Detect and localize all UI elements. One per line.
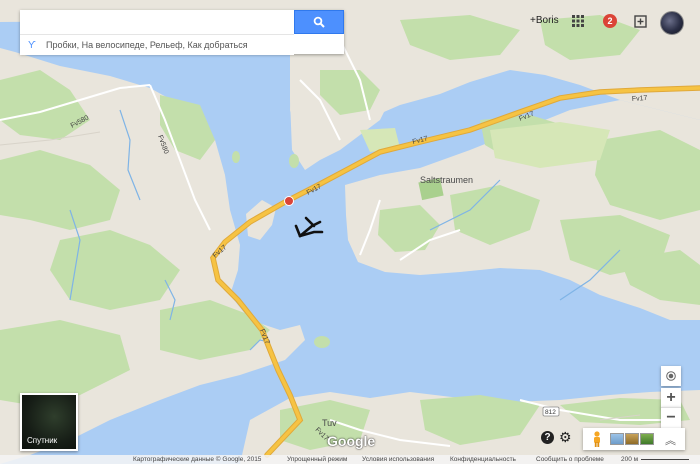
zoom-out-button[interactable]: − <box>661 407 681 428</box>
apps-grid-icon[interactable] <box>572 15 584 27</box>
search-input[interactable] <box>20 10 294 34</box>
search-icon <box>313 16 325 28</box>
crosshair-icon <box>666 371 676 381</box>
layer-suggestions-text: Пробки, На велосипеде, Рельеф, Как добра… <box>46 40 248 50</box>
satellite-label: Спутник <box>27 436 58 445</box>
imagery-thumb-3[interactable] <box>640 433 654 445</box>
expand-up-icon[interactable]: ︽ <box>665 432 676 448</box>
notifications-badge[interactable]: 2 <box>603 14 617 28</box>
footer-terms[interactable]: Условия использования <box>362 456 434 463</box>
search-button[interactable] <box>294 10 344 34</box>
share-plus-icon[interactable] <box>634 14 648 28</box>
zoom-in-button[interactable]: + <box>661 388 681 408</box>
map-canvas[interactable]: Saltstraumen Tuv Fv17 Fv17 Fv17 Fv17 Fv1… <box>0 0 700 464</box>
footer-report-problem[interactable]: Сообщить о проблеме <box>536 456 604 463</box>
scale-bar <box>641 459 689 460</box>
imagery-thumb-1[interactable] <box>610 433 624 445</box>
google-logo: Google <box>327 433 376 449</box>
avatar[interactable] <box>660 11 684 35</box>
label-tuv: Tuv <box>322 418 337 428</box>
pegman-icon[interactable] <box>591 431 603 447</box>
island-small-1 <box>232 151 240 163</box>
layer-suggestions-link[interactable]: ϒ Пробки, На велосипеде, Рельеф, Как доб… <box>20 34 294 55</box>
label-saltstraumen: Saltstraumen <box>420 175 473 185</box>
footer-bar: Картографические данные © Google, 2015 У… <box>0 455 700 464</box>
directions-icon: ϒ <box>28 39 36 51</box>
gear-icon[interactable]: ⚙ <box>559 429 572 446</box>
help-icon[interactable]: ? <box>541 431 554 444</box>
footer-privacy[interactable]: Конфиденциальность <box>450 456 516 463</box>
island-small-3 <box>314 336 330 348</box>
footer-scale: 200 м <box>621 456 639 463</box>
road-label-fv17-a: Fv17 <box>632 95 648 103</box>
imagery-thumb-2[interactable] <box>625 433 639 445</box>
footer-simplified-mode[interactable]: Упрощенный режим <box>287 456 347 463</box>
my-location-button[interactable] <box>661 366 681 386</box>
satellite-toggle[interactable]: Спутник <box>20 393 78 451</box>
footer-map-data: Картографические данные © Google, 2015 <box>133 456 262 463</box>
island-small-2 <box>289 154 299 168</box>
user-name-link[interactable]: +Boris <box>530 15 559 26</box>
route-shield-812: 812 <box>545 409 556 416</box>
search-box: ϒ Пробки, На велосипеде, Рельеф, Как доб… <box>20 10 344 55</box>
road-marker-red <box>284 196 294 206</box>
